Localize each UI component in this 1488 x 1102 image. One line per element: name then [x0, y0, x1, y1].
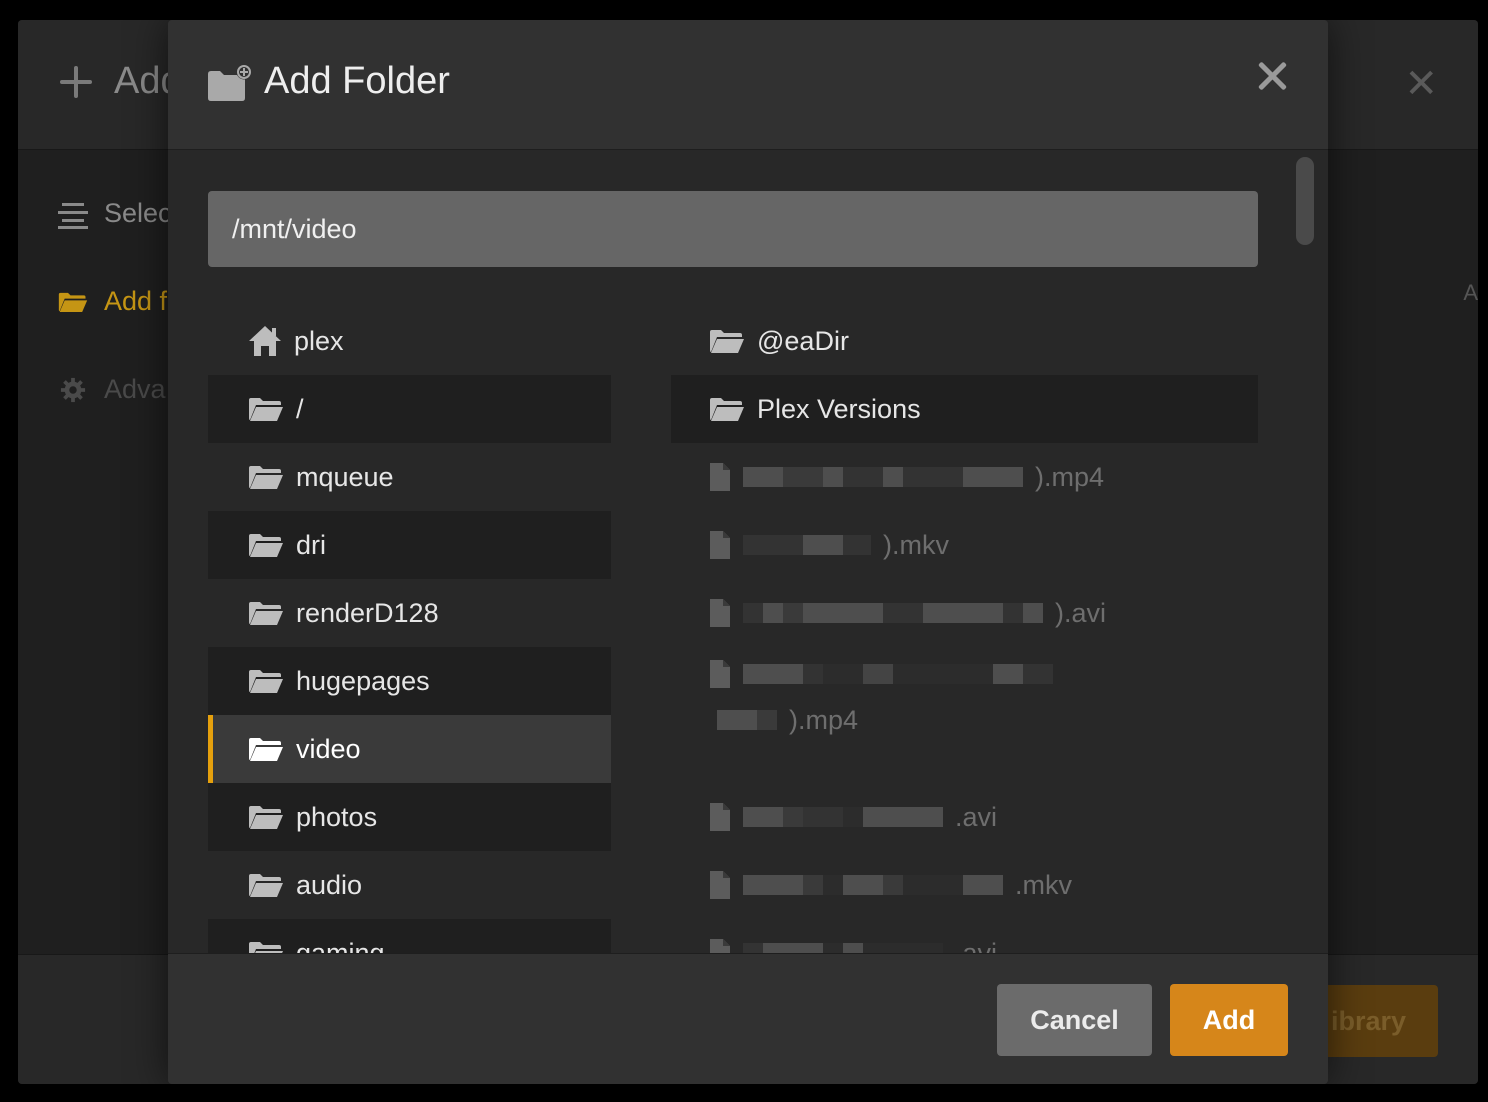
file-extension: .avi — [955, 937, 998, 954]
modal-header: Add Folder — [168, 20, 1328, 150]
folder-open-icon — [58, 292, 88, 312]
list-item-label: plex — [294, 325, 344, 356]
folder-icon — [710, 330, 744, 353]
folder-icon — [249, 942, 283, 953]
list-item-eadir[interactable]: @eaDir — [671, 307, 1258, 375]
folder-icon — [249, 398, 283, 421]
file-icon — [710, 939, 730, 953]
path-input[interactable] — [208, 191, 1258, 267]
redacted-filename — [743, 659, 1053, 689]
file-row: .mkv — [671, 851, 1258, 919]
nav-item-label: Selec — [104, 198, 172, 228]
file-extension: ).avi — [1055, 597, 1107, 628]
list-item-label: hugepages — [296, 665, 430, 696]
list-item-renderd128[interactable]: renderD128 — [208, 579, 611, 647]
file-row: ).mkv — [671, 511, 1258, 579]
list-item-video-selected[interactable]: video — [208, 715, 611, 783]
file-icon — [710, 531, 730, 559]
file-row-wrapped — [671, 647, 1258, 695]
file-row: ).avi — [671, 579, 1258, 647]
background-close-icon[interactable]: ✕ — [1404, 64, 1438, 104]
list-item-label: photos — [296, 801, 378, 832]
list-item-label: renderD128 — [296, 597, 439, 628]
home-icon — [249, 326, 281, 356]
modal-footer: Cancel Add — [168, 953, 1328, 1084]
list-item-label: @eaDir — [757, 325, 849, 356]
folder-icon — [710, 398, 744, 421]
scrollbar[interactable] — [1296, 157, 1314, 953]
folder-plus-icon — [208, 64, 252, 101]
folder-icon — [249, 806, 283, 829]
list-item-photos[interactable]: photos — [208, 783, 611, 851]
nav-item-advanced[interactable]: Adva — [58, 374, 166, 405]
folder-icon — [249, 602, 283, 625]
file-icon — [710, 599, 730, 627]
file-extension: ).mp4 — [1035, 461, 1105, 492]
file-row: ).mp4 — [671, 443, 1258, 511]
list-item-gaming[interactable]: gaming — [208, 919, 611, 953]
add-button[interactable]: Add — [1170, 984, 1288, 1056]
list-item-plex[interactable]: plex — [208, 307, 611, 375]
cancel-button[interactable]: Cancel — [997, 984, 1152, 1056]
list-item-plex-versions[interactable]: Plex Versions — [671, 375, 1258, 443]
close-icon[interactable] — [1256, 60, 1288, 92]
list-item-hugepages[interactable]: hugepages — [208, 647, 611, 715]
list-item-label: dri — [296, 529, 327, 560]
file-icon — [710, 803, 730, 831]
selection-indicator — [208, 715, 213, 783]
redacted-filename — [743, 462, 1023, 492]
modal-body: plex / mqueue dri renderD128 hugepages — [168, 151, 1328, 953]
file-icon — [710, 463, 730, 491]
scrollbar-thumb[interactable] — [1296, 157, 1314, 245]
redacted-filename — [717, 705, 777, 735]
list-item-label: gaming — [296, 937, 385, 954]
file-icon — [710, 660, 730, 688]
list-item-audio[interactable]: audio — [208, 851, 611, 919]
file-extension: ).mkv — [883, 529, 949, 560]
list-item-dri[interactable]: dri — [208, 511, 611, 579]
file-icon — [710, 871, 730, 899]
modal-title: Add Folder — [264, 60, 450, 102]
nav-item-label: Add f — [104, 286, 168, 316]
list-item-label: video — [296, 733, 361, 764]
folder-icon — [249, 874, 283, 897]
redacted-filename — [743, 870, 1003, 900]
gear-icon — [60, 377, 86, 402]
nav-item-label: Adva — [104, 374, 166, 404]
nav-item-select[interactable]: Selec — [58, 198, 172, 229]
folder-icon — [249, 738, 283, 761]
folder-icon — [249, 534, 283, 557]
folder-icon — [249, 670, 283, 693]
redacted-filename — [743, 598, 1043, 628]
file-extension: .avi — [955, 801, 998, 832]
list-item-mqueue[interactable]: mqueue — [208, 443, 611, 511]
redacted-filename — [743, 802, 943, 832]
lines-icon — [58, 201, 88, 229]
list-item-label: / — [296, 393, 304, 424]
file-row-continuation: ).mp4 — [671, 697, 1258, 743]
nav-item-add-folder[interactable]: Add f — [58, 286, 167, 317]
folder-icon — [249, 466, 283, 489]
redacted-filename — [743, 938, 943, 953]
redacted-filename — [743, 530, 871, 560]
file-extension: ).mp4 — [789, 704, 859, 735]
add-folder-modal: Add Folder plex / mqueue dri — [168, 20, 1328, 1084]
background-edge-text: A — [1463, 280, 1478, 305]
list-item-label: mqueue — [296, 461, 394, 492]
file-row: .avi — [671, 919, 1258, 953]
list-item-label: Plex Versions — [757, 393, 921, 424]
file-extension: .mkv — [1015, 869, 1072, 900]
list-item-label: audio — [296, 869, 363, 900]
plus-icon — [60, 66, 92, 98]
list-item-root[interactable]: / — [208, 375, 611, 443]
file-row: .avi — [671, 783, 1258, 851]
